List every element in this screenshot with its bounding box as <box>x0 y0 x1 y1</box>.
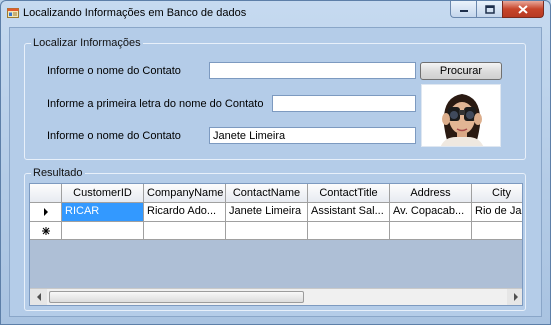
new-cell-address[interactable] <box>390 222 472 240</box>
app-form-icon <box>7 8 19 18</box>
minimize-icon <box>459 10 468 12</box>
result-group: Resultado CustomerID CompanyName Contact… <box>24 167 526 311</box>
maximize-button[interactable] <box>476 1 502 18</box>
woman-binoculars-image <box>421 84 501 147</box>
minimize-button[interactable] <box>450 1 476 18</box>
first-letter-label: Informe a primeira letra do nome do Cont… <box>47 98 264 110</box>
column-header-contacttitle[interactable]: ContactTitle <box>308 184 390 203</box>
new-cell-companyname[interactable] <box>144 222 226 240</box>
scroll-thumb[interactable] <box>49 291 304 303</box>
cell-customerid[interactable]: RICAR <box>62 203 144 222</box>
window-title: Localizando Informações em Banco de dado… <box>23 7 247 19</box>
title-bar[interactable]: Localizando Informações em Banco de dado… <box>1 1 550 27</box>
new-row[interactable] <box>30 222 522 240</box>
column-header-city[interactable]: City <box>472 184 522 203</box>
asterisk-icon <box>41 226 50 235</box>
maximize-icon <box>484 4 495 14</box>
contact-name2-input[interactable] <box>209 127 416 144</box>
row-header-corner <box>30 184 62 203</box>
new-cell-contacttitle[interactable] <box>308 222 390 240</box>
scroll-left-button[interactable] <box>30 289 47 305</box>
chevron-right-icon <box>513 293 518 301</box>
result-group-legend: Resultado <box>31 167 85 179</box>
cell-address[interactable]: Av. Copacab... <box>390 203 472 222</box>
chevron-left-icon <box>36 293 41 301</box>
column-header-customerid[interactable]: CustomerID <box>62 184 144 203</box>
cell-city[interactable]: Rio de Ja <box>472 203 522 222</box>
column-header-companyname[interactable]: CompanyName <box>144 184 226 203</box>
scroll-right-button[interactable] <box>507 289 522 305</box>
row-header-new[interactable] <box>30 222 62 240</box>
column-header-contactname[interactable]: ContactName <box>226 184 308 203</box>
column-header-address[interactable]: Address <box>390 184 472 203</box>
results-datagrid[interactable]: CustomerID CompanyName ContactName Conta… <box>29 183 523 306</box>
grid-header-row: CustomerID CompanyName ContactName Conta… <box>30 184 522 203</box>
search-group: Localizar Informações Informe o nome do … <box>24 37 526 160</box>
table-row[interactable]: RICAR Ricardo Ado... Janete Limeira Assi… <box>30 203 522 222</box>
cell-companyname[interactable]: Ricardo Ado... <box>144 203 226 222</box>
main-window: Localizando Informações em Banco de dado… <box>0 0 551 325</box>
first-letter-input[interactable] <box>272 95 416 112</box>
row-header-current[interactable] <box>30 203 62 222</box>
close-icon <box>518 4 528 14</box>
new-cell-city[interactable] <box>472 222 522 240</box>
contact-name2-label: Informe o nome do Contato <box>47 130 181 142</box>
cell-contacttitle[interactable]: Assistant Sal... <box>308 203 390 222</box>
new-cell-contactname[interactable] <box>226 222 308 240</box>
cell-contactname[interactable]: Janete Limeira <box>226 203 308 222</box>
contact-name-input[interactable] <box>209 62 416 79</box>
search-group-legend: Localizar Informações <box>31 37 143 49</box>
close-button[interactable] <box>502 1 544 18</box>
arrow-right-icon <box>43 208 48 216</box>
grid-horizontal-scrollbar[interactable] <box>30 288 522 305</box>
contact-name-label: Informe o nome do Contato <box>47 65 181 77</box>
form-client-area: Localizar Informações Informe o nome do … <box>9 27 542 317</box>
new-cell-customerid[interactable] <box>62 222 144 240</box>
search-button[interactable]: Procurar <box>420 62 502 80</box>
